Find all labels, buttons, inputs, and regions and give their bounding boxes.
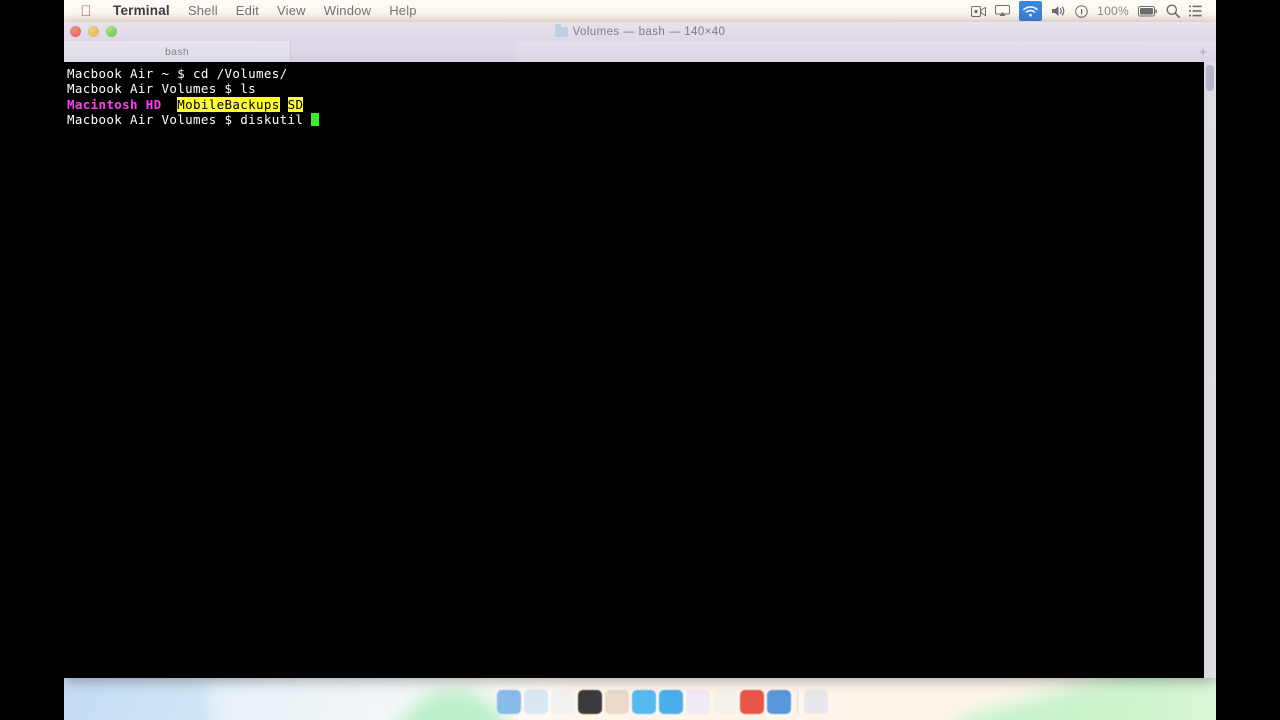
tab-bar: bash + (64, 41, 1216, 62)
dock-icon-office-word[interactable] (740, 690, 764, 714)
menu-bar:  Terminal Shell Edit View Window Help (64, 0, 1216, 22)
menu-item-terminal[interactable]: Terminal (104, 0, 179, 22)
window-title: Volumes — bash — 140×40 (64, 24, 1216, 38)
dock-icon-terminal[interactable] (578, 690, 602, 714)
battery-icon[interactable] (1138, 2, 1157, 20)
dock-icon-photos[interactable] (713, 690, 737, 714)
terminal-text-segment: Macbook Air ~ $ cd /Volumes/ (67, 66, 288, 81)
info-circle-icon[interactable] (1075, 2, 1088, 20)
terminal-window: Volumes — bash — 140×40 bash + Macbook A… (64, 22, 1216, 678)
dock[interactable] (497, 690, 828, 714)
terminal-text-segment: SD (287, 96, 304, 112)
terminal-scrollbar-thumb[interactable] (1206, 65, 1214, 91)
terminal-text-segment: Macbook Air Volumes $ diskutil (67, 112, 312, 128)
terminal-line: Macbook Air ~ $ cd /Volumes/ (67, 66, 1216, 81)
tab-bash[interactable]: bash (64, 41, 290, 62)
dock-icon-blue-app[interactable] (767, 690, 791, 714)
terminal-scrollbar[interactable] (1204, 62, 1216, 678)
screen-record-icon[interactable] (971, 2, 987, 20)
dock-icon-app-store[interactable] (605, 690, 629, 714)
menu-item-help[interactable]: Help (380, 0, 426, 22)
menu-bar-left:  Terminal Shell Edit View Window Help (78, 0, 426, 22)
volume-icon[interactable] (1051, 2, 1066, 20)
folder-icon (554, 24, 568, 37)
tab-bash-label: bash (165, 45, 189, 58)
new-tab-button[interactable]: + (1190, 41, 1216, 62)
apple-logo-icon[interactable]:  (78, 2, 94, 20)
terminal-text-segment: Macbook Air Volumes $ ls (67, 81, 257, 97)
terminal-line: Macbook Air Volumes $ ls (67, 81, 1216, 96)
spotlight-search-icon[interactable] (1166, 2, 1180, 20)
dock-icon-chrome[interactable] (551, 690, 575, 714)
letterbox-right (1216, 0, 1280, 720)
terminal-text-segment: MobileBackups (177, 96, 280, 112)
menu-item-window[interactable]: Window (315, 0, 380, 22)
notification-center-icon[interactable] (1189, 2, 1202, 20)
menu-bar-status-area: 100% (971, 1, 1210, 21)
dock-icon-trash[interactable] (804, 690, 828, 714)
window-title-bar[interactable]: Volumes — bash — 140×40 (64, 22, 1216, 41)
terminal-line: Macbook Air Volumes $ diskutil (67, 112, 1216, 127)
dock-icon-skype[interactable] (632, 690, 656, 714)
terminal-cursor (311, 113, 319, 127)
terminal-body[interactable]: Macbook Air ~ $ cd /Volumes/Macbook Air … (64, 62, 1216, 678)
wifi-icon[interactable] (1019, 1, 1043, 21)
menu-item-shell[interactable]: Shell (179, 0, 227, 22)
dock-separator (797, 690, 798, 714)
dock-icon-launchpad[interactable] (524, 690, 548, 714)
battery-percent-label: 100% (1097, 4, 1129, 18)
terminal-output: Macbook Air ~ $ cd /Volumes/Macbook Air … (66, 66, 1216, 128)
letterbox-left (0, 0, 64, 720)
dock-icon-finder[interactable] (497, 690, 521, 714)
window-title-label: Volumes — bash — 140×40 (572, 25, 726, 38)
menu-item-edit[interactable]: Edit (227, 0, 268, 22)
tab-secondary[interactable] (290, 41, 516, 62)
airplay-icon[interactable] (995, 2, 1011, 20)
terminal-line: Macintosh HD MobileBackups SD (67, 96, 1216, 112)
tab-bar-spacer (516, 41, 1190, 62)
screen-root:  Terminal Shell Edit View Window Help (0, 0, 1280, 720)
terminal-text-segment: Macintosh HD (67, 96, 162, 112)
dock-icon-twitter[interactable] (659, 690, 683, 714)
dock-icon-siri[interactable] (686, 690, 710, 714)
menu-item-view[interactable]: View (268, 0, 315, 22)
